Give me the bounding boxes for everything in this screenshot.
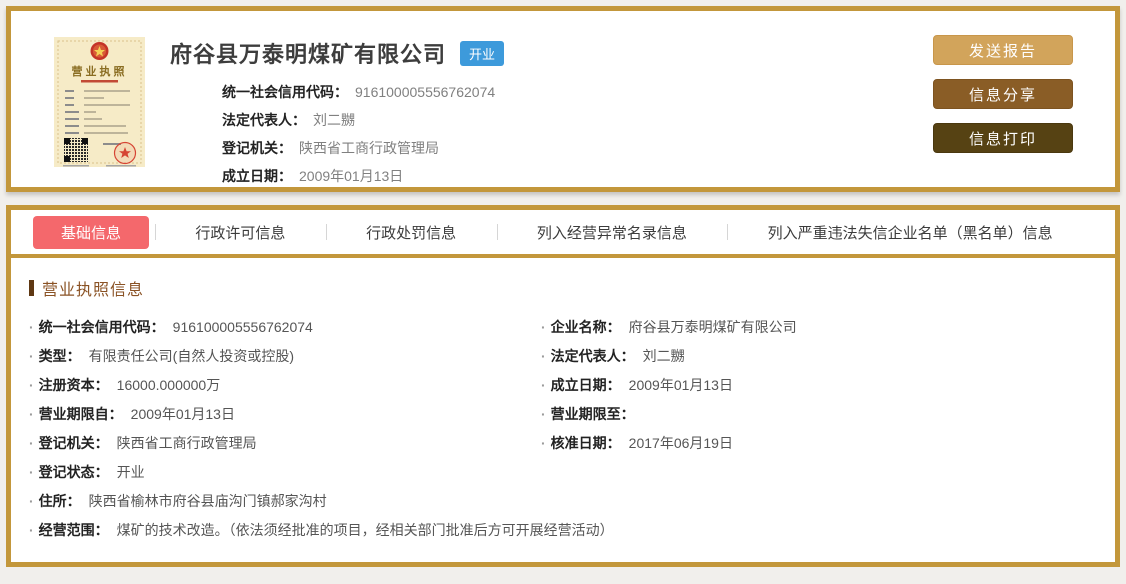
bullet-dot: ·	[29, 406, 34, 422]
license-info-section: 营业执照信息 · 统一社会信用代码： 916100005556762074 · …	[11, 258, 1115, 545]
tab-bar: 基础信息 行政许可信息 行政处罚信息 列入经营异常名录信息 列入严重违法失信企业…	[11, 210, 1115, 258]
section-title: 营业执照信息	[29, 276, 1097, 300]
tab-admin-permit-info[interactable]: 行政许可信息	[155, 216, 326, 249]
tab-basic-info[interactable]: 基础信息	[33, 215, 150, 249]
header-field-legal-rep: 法定代表人： 刘二嬲	[170, 106, 933, 134]
field-value: 开业	[116, 464, 145, 480]
header-actions: 发送报告 信息分享 信息打印	[933, 35, 1073, 167]
field-label: 成立日期：	[550, 377, 621, 393]
table-row: · 注册资本： 16000.000000万 · 成立日期： 2009年01月13…	[29, 371, 1097, 400]
field-term-from: · 营业期限自： 2009年01月13日	[29, 400, 541, 429]
field-label: 法定代表人：	[550, 348, 635, 364]
table-row: · 统一社会信用代码： 916100005556762074 · 企业名称： 府…	[29, 313, 1097, 342]
business-license-graphic: 营业执照	[51, 35, 148, 170]
red-seal-icon	[113, 141, 137, 165]
bullet-dot: ·	[541, 406, 546, 422]
field-label: 住所：	[38, 493, 81, 509]
field-value: 陕西省榆林市府谷县庙沟门镇郝家沟村	[88, 493, 327, 509]
header-field-reg-authority: 登记机关： 陕西省工商行政管理局	[170, 134, 933, 162]
bullet-dot: ·	[29, 348, 34, 364]
bullet-dot: ·	[29, 522, 34, 538]
field-label: 法定代表人：	[222, 112, 306, 128]
bullet-dot: ·	[541, 377, 546, 393]
field-label: 统一社会信用代码：	[222, 84, 348, 100]
table-row: · 登记状态： 开业	[29, 458, 1097, 487]
field-value: 2009年01月13日	[628, 377, 733, 393]
table-row: · 营业期限自： 2009年01月13日 · 营业期限至：	[29, 400, 1097, 429]
field-label: 营业期限至：	[550, 406, 635, 422]
company-summary: 府谷县万泰明煤矿有限公司 开业 统一社会信用代码： 916100005556762…	[170, 35, 933, 184]
field-registered-capital: · 注册资本： 16000.000000万	[29, 371, 541, 400]
field-label: 注册资本：	[38, 377, 109, 393]
company-header-panel: 营业执照 府谷县万泰明煤矿有限公司 开业 统一社会信用代码： 916100005…	[6, 6, 1120, 192]
business-license-image: 营业执照	[51, 35, 148, 170]
field-reg-status: · 登记状态： 开业	[29, 458, 541, 487]
license-info-grid: · 统一社会信用代码： 916100005556762074 · 企业名称： 府…	[29, 313, 1097, 545]
field-label: 登记状态：	[38, 464, 109, 480]
field-term-to: · 营业期限至：	[541, 400, 1097, 429]
field-establishment-date: · 成立日期： 2009年01月13日	[541, 371, 1097, 400]
field-value: 916100005556762074	[172, 319, 313, 335]
license-title-text: 营业执照	[72, 64, 128, 78]
print-info-button[interactable]: 信息打印	[933, 123, 1073, 153]
field-value: 916100005556762074	[355, 84, 496, 100]
bullet-dot: ·	[541, 319, 546, 335]
field-label: 统一社会信用代码：	[38, 319, 165, 335]
field-value: 16000.000000万	[116, 377, 221, 393]
field-reg-authority: · 登记机关： 陕西省工商行政管理局	[29, 429, 541, 458]
table-row: · 住所： 陕西省榆林市府谷县庙沟门镇郝家沟村	[29, 487, 1097, 516]
bullet-dot: ·	[29, 435, 34, 451]
tab-abnormal-operation-info[interactable]: 列入经营异常名录信息	[496, 216, 728, 249]
field-value: 2017年06月19日	[628, 435, 733, 451]
section-title-bar-icon	[29, 280, 34, 296]
table-row: · 经营范围： 煤矿的技术改造。（依法须经批准的项目，经相关部门批准后方可开展经…	[29, 516, 1097, 545]
field-company-name: · 企业名称： 府谷县万泰明煤矿有限公司	[541, 313, 1097, 342]
field-label: 类型：	[38, 348, 81, 364]
field-company-type: · 类型： 有限责任公司(自然人投资或控股)	[29, 342, 541, 371]
bullet-dot: ·	[29, 377, 34, 393]
field-approval-date: · 核准日期： 2017年06月19日	[541, 429, 1097, 458]
field-value: 府谷县万泰明煤矿有限公司	[628, 319, 797, 335]
company-name: 府谷县万泰明煤矿有限公司	[170, 42, 447, 67]
field-business-scope: · 经营范围： 煤矿的技术改造。（依法须经批准的项目，经相关部门批准后方可开展经…	[29, 516, 614, 545]
field-label: 企业名称：	[550, 319, 621, 335]
field-label: 经营范围：	[38, 522, 109, 538]
tab-blacklist-info[interactable]: 列入严重违法失信企业名单（黑名单）信息	[727, 216, 1093, 249]
status-badge: 开业	[460, 40, 505, 66]
field-label: 成立日期：	[222, 168, 292, 184]
header-field-est-date: 成立日期： 2009年01月13日	[170, 162, 933, 190]
bullet-dot: ·	[29, 464, 34, 480]
field-label: 登记机关：	[38, 435, 109, 451]
field-value: 刘二嬲	[642, 348, 685, 364]
bullet-dot: ·	[29, 319, 34, 335]
field-label: 登记机关：	[222, 140, 292, 156]
field-value: 刘二嬲	[313, 112, 355, 128]
national-emblem-icon	[90, 42, 109, 60]
field-value: 煤矿的技术改造。（依法须经批准的项目，经相关部门批准后方可开展经营活动）	[116, 522, 614, 538]
table-row: · 登记机关： 陕西省工商行政管理局 · 核准日期： 2017年06月19日	[29, 429, 1097, 458]
bullet-dot: ·	[541, 348, 546, 364]
header-field-uscc: 统一社会信用代码： 916100005556762074	[170, 78, 933, 106]
field-address: · 住所： 陕西省榆林市府谷县庙沟门镇郝家沟村	[29, 487, 327, 516]
table-row: · 类型： 有限责任公司(自然人投资或控股) · 法定代表人： 刘二嬲	[29, 342, 1097, 371]
field-value: 2009年01月13日	[130, 406, 235, 422]
qr-code-icon	[64, 138, 88, 162]
bullet-dot: ·	[29, 493, 34, 509]
field-label: 营业期限自：	[38, 406, 123, 422]
section-title-text: 营业执照信息	[42, 282, 145, 299]
send-report-button[interactable]: 发送报告	[933, 35, 1073, 65]
field-value: 有限责任公司(自然人投资或控股)	[88, 348, 294, 364]
field-label: 核准日期：	[550, 435, 621, 451]
field-uscc: · 统一社会信用代码： 916100005556762074	[29, 313, 541, 342]
detail-panel: 基础信息 行政许可信息 行政处罚信息 列入经营异常名录信息 列入严重违法失信企业…	[6, 205, 1120, 567]
field-legal-rep: · 法定代表人： 刘二嬲	[541, 342, 1097, 371]
share-info-button[interactable]: 信息分享	[933, 79, 1073, 109]
field-value: 陕西省工商行政管理局	[299, 140, 439, 156]
field-value: 2009年01月13日	[299, 168, 404, 184]
field-value: 陕西省工商行政管理局	[116, 435, 257, 451]
tab-admin-penalty-info[interactable]: 行政处罚信息	[325, 216, 497, 249]
bullet-dot: ·	[541, 435, 546, 451]
